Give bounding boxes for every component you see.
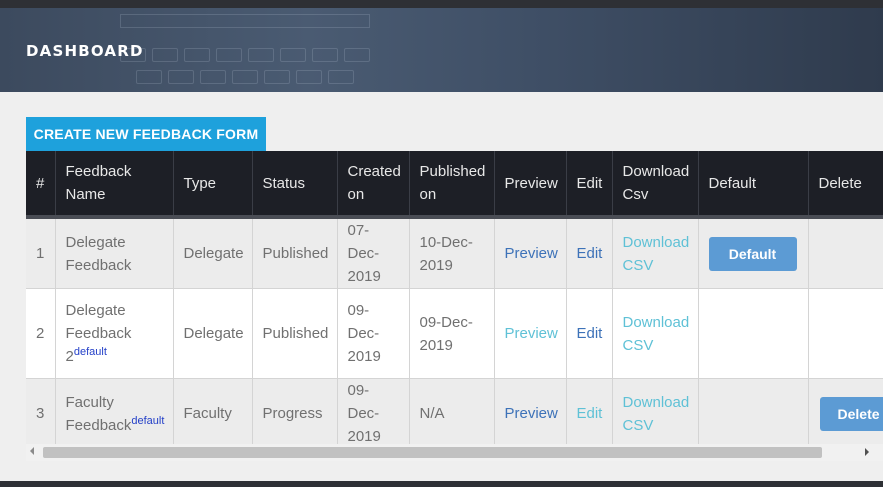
download-csv-link[interactable]: Download CSV xyxy=(623,394,690,434)
edit-cell: Edit xyxy=(566,288,613,379)
edit-cell: Edit xyxy=(566,378,613,444)
preview-cell: Preview xyxy=(494,378,567,444)
feedback-type: Delegate xyxy=(173,288,253,379)
preview-link[interactable]: Preview xyxy=(505,405,558,422)
edit-link[interactable]: Edit xyxy=(577,245,603,262)
column-header-feedback-name: Feedback Name xyxy=(55,151,174,219)
table-row: 1 Delegate Feedback Delegate Published 0… xyxy=(26,217,883,289)
column-header-edit: Edit xyxy=(566,151,613,219)
download-cell: Download CSV xyxy=(612,217,699,289)
horizontal-scrollbar[interactable] xyxy=(26,444,883,461)
row-number: 1 xyxy=(26,217,56,289)
delete-cell xyxy=(808,217,883,289)
feedback-type: Delegate xyxy=(173,217,253,289)
feedback-status: Published xyxy=(252,288,338,379)
feedback-status: Progress xyxy=(252,378,338,444)
page-title: DASHBOARD xyxy=(26,42,144,60)
feedback-name-text: Faculty Feedback xyxy=(65,393,132,434)
download-csv-link[interactable]: Download CSV xyxy=(623,234,690,274)
bottom-bar xyxy=(0,481,883,487)
published-date: N/A xyxy=(409,378,495,444)
feedback-status: Published xyxy=(252,217,338,289)
default-cell xyxy=(698,288,809,379)
default-cell: Default xyxy=(698,217,809,289)
created-date: 09-Dec-2019 xyxy=(337,288,410,379)
top-bar xyxy=(0,0,883,8)
preview-link[interactable]: Preview xyxy=(505,245,558,262)
created-date: 09-Dec-2019 xyxy=(337,378,410,444)
edit-link[interactable]: Edit xyxy=(577,405,603,422)
column-header-default: Default xyxy=(698,151,809,219)
scrollbar-thumb[interactable] xyxy=(43,447,822,458)
column-header-type: Type xyxy=(173,151,253,219)
feedback-name-text: Delegate Feedback xyxy=(65,233,132,274)
delete-cell: Delete xyxy=(808,378,883,444)
preview-link[interactable]: Preview xyxy=(505,325,558,342)
chevron-left-icon[interactable] xyxy=(30,447,34,455)
default-tag: default xyxy=(73,346,107,358)
preview-cell: Preview xyxy=(494,288,567,379)
row-number: 2 xyxy=(26,288,56,379)
feedback-table-container: # Feedback Name Type Status Created on P… xyxy=(26,151,883,444)
column-header-published-on: Published on xyxy=(409,151,495,219)
create-feedback-form-button[interactable]: CREATE NEW FEEDBACK FORM xyxy=(26,117,266,151)
column-header-status: Status xyxy=(252,151,338,219)
edit-cell: Edit xyxy=(566,217,613,289)
feedback-name: Delegate Feedback 2default xyxy=(55,288,174,379)
chevron-right-icon[interactable] xyxy=(865,448,869,456)
column-header-number: # xyxy=(26,151,56,219)
default-tag: default xyxy=(131,414,165,427)
column-header-created-on: Created on xyxy=(337,151,410,219)
table-row: 2 Delegate Feedback 2default Delegate Pu… xyxy=(26,288,883,379)
download-cell: Download CSV xyxy=(612,378,699,444)
table-header-row: # Feedback Name Type Status Created on P… xyxy=(26,151,883,219)
download-cell: Download CSV xyxy=(612,288,699,379)
download-csv-link[interactable]: Download CSV xyxy=(623,314,690,354)
column-header-delete: Delete xyxy=(808,151,883,219)
delete-cell xyxy=(808,288,883,379)
published-date: 09-Dec-2019 xyxy=(409,288,495,379)
delete-button[interactable]: Delete xyxy=(819,396,883,431)
preview-cell: Preview xyxy=(494,217,567,289)
row-number: 3 xyxy=(26,378,56,444)
feedback-name: Delegate Feedback xyxy=(55,217,174,289)
column-header-download-csv: Download Csv xyxy=(612,151,699,219)
feedback-type: Faculty xyxy=(173,378,253,444)
default-cell xyxy=(698,378,809,444)
table-row: 3 Faculty Feedbackdefault Faculty Progre… xyxy=(26,378,883,444)
feedback-table: # Feedback Name Type Status Created on P… xyxy=(26,151,883,444)
page-header: DASHBOARD xyxy=(0,8,883,92)
column-header-preview: Preview xyxy=(494,151,567,219)
keyboard-background-image xyxy=(120,8,600,92)
edit-link[interactable]: Edit xyxy=(577,325,603,342)
published-date: 10-Dec-2019 xyxy=(409,217,495,289)
created-date: 07-Dec-2019 xyxy=(337,217,410,289)
feedback-name: Faculty Feedbackdefault xyxy=(55,378,174,444)
set-default-button[interactable]: Default xyxy=(708,236,797,271)
